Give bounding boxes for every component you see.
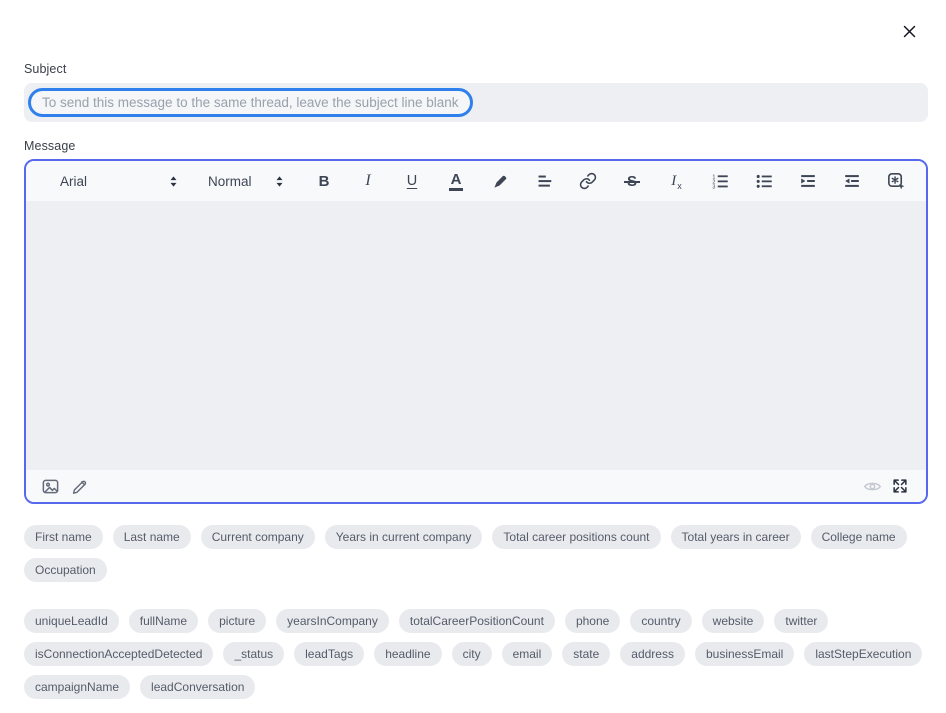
editor-toolbar: Arial Normal B I <box>26 161 926 201</box>
bullet-list-icon <box>754 171 774 191</box>
variable-chip[interactable]: headline <box>374 642 441 666</box>
message-label: Message <box>24 139 928 153</box>
variable-chip[interactable]: uniqueLeadId <box>24 609 119 633</box>
variable-chip[interactable]: website <box>702 609 765 633</box>
variable-chip[interactable]: _status <box>223 642 284 666</box>
insert-image-button[interactable] <box>36 472 64 500</box>
ordered-list-button[interactable]: 123 <box>698 161 742 201</box>
placeholder-chip[interactable]: Total years in career <box>671 525 801 549</box>
variable-chip[interactable]: fullName <box>129 609 198 633</box>
indent-icon <box>798 171 818 191</box>
variable-chip[interactable]: city <box>452 642 492 666</box>
variable-chip[interactable]: picture <box>208 609 266 633</box>
paragraph-style-value: Normal <box>208 174 252 189</box>
placeholder-chip[interactable]: College name <box>811 525 907 549</box>
subject-label: Subject <box>24 62 928 76</box>
variable-chip[interactable]: twitter <box>774 609 828 633</box>
friendly-placeholder-list: First name Last name Current company Years … <box>24 525 928 582</box>
align-left-icon <box>534 171 554 191</box>
close-button[interactable] <box>898 20 920 42</box>
variable-chip[interactable]: email <box>502 642 553 666</box>
underline-button[interactable]: U <box>390 161 434 201</box>
variable-chip[interactable]: totalCareerPositionCount <box>399 609 555 633</box>
paragraph-style-select[interactable]: Normal <box>208 174 286 189</box>
variable-chip[interactable]: leadTags <box>294 642 364 666</box>
variable-chip[interactable]: lastStepExecution <box>804 642 922 666</box>
placeholder-chip[interactable]: Last name <box>113 525 191 549</box>
insert-variable-button[interactable] <box>874 161 918 201</box>
close-icon <box>902 24 917 39</box>
indent-button[interactable] <box>786 161 830 201</box>
editor-footer <box>26 470 926 502</box>
message-body-input[interactable] <box>26 201 926 470</box>
expand-button[interactable] <box>886 472 914 500</box>
eye-icon <box>863 477 882 496</box>
strikethrough-icon: S <box>627 174 637 189</box>
bullet-list-button[interactable] <box>742 161 786 201</box>
expand-icon <box>891 477 909 495</box>
bold-button[interactable]: B <box>302 161 346 201</box>
variable-chip[interactable]: country <box>630 609 691 633</box>
variable-chip[interactable]: campaignName <box>24 675 130 699</box>
sort-arrows-icon <box>273 174 286 189</box>
clear-format-icon: Ix <box>671 174 681 189</box>
subject-input[interactable]: To send this message to the same thread,… <box>24 83 928 122</box>
sort-arrows-icon <box>167 174 180 189</box>
raw-variable-list: uniqueLeadId fullName picture yearsInCompan… <box>24 609 928 699</box>
italic-icon: I <box>365 173 370 189</box>
clear-format-button[interactable]: Ix <box>654 161 698 201</box>
font-family-select[interactable]: Arial <box>60 174 180 189</box>
placeholder-chip[interactable]: First name <box>24 525 103 549</box>
ordered-list-icon: 123 <box>710 171 730 191</box>
font-family-value: Arial <box>60 174 87 189</box>
svg-text:3: 3 <box>712 184 715 190</box>
subject-placeholder-ring: To send this message to the same thread,… <box>28 88 473 117</box>
variable-chip[interactable]: state <box>562 642 610 666</box>
variable-chip[interactable]: phone <box>565 609 620 633</box>
italic-button[interactable]: I <box>346 161 390 201</box>
link-icon <box>579 172 597 190</box>
highlighter-icon <box>491 172 510 191</box>
highlight-button[interactable] <box>478 161 522 201</box>
message-editor: Arial Normal B I <box>24 159 928 504</box>
variable-chip[interactable]: address <box>620 642 685 666</box>
variable-chip[interactable]: businessEmail <box>695 642 794 666</box>
variable-chip[interactable]: isConnectionAcceptedDetected <box>24 642 213 666</box>
placeholder-chip[interactable]: Years in current company <box>325 525 483 549</box>
text-color-icon: A <box>449 172 464 191</box>
subject-placeholder: To send this message to the same thread,… <box>42 95 459 110</box>
placeholder-chip[interactable]: Occupation <box>24 558 107 582</box>
variable-chip[interactable]: yearsInCompany <box>276 609 389 633</box>
placeholder-chip[interactable]: Total career positions count <box>492 525 660 549</box>
compose-message-dialog: Subject To send this message to the same… <box>0 0 946 713</box>
preview-button[interactable] <box>858 472 886 500</box>
outdent-button[interactable] <box>830 161 874 201</box>
outdent-icon <box>842 171 862 191</box>
signature-pen-button[interactable] <box>64 472 92 500</box>
placeholder-chip[interactable]: Current company <box>201 525 315 549</box>
insert-variable-icon <box>886 171 906 191</box>
align-button[interactable] <box>522 161 566 201</box>
strikethrough-button[interactable]: S <box>610 161 654 201</box>
variable-chip[interactable]: leadConversation <box>140 675 255 699</box>
pen-icon <box>69 477 88 496</box>
link-button[interactable] <box>566 161 610 201</box>
text-color-button[interactable]: A <box>434 161 478 201</box>
image-icon <box>41 477 60 496</box>
underline-icon: U <box>407 174 417 189</box>
bold-icon: B <box>319 174 330 189</box>
